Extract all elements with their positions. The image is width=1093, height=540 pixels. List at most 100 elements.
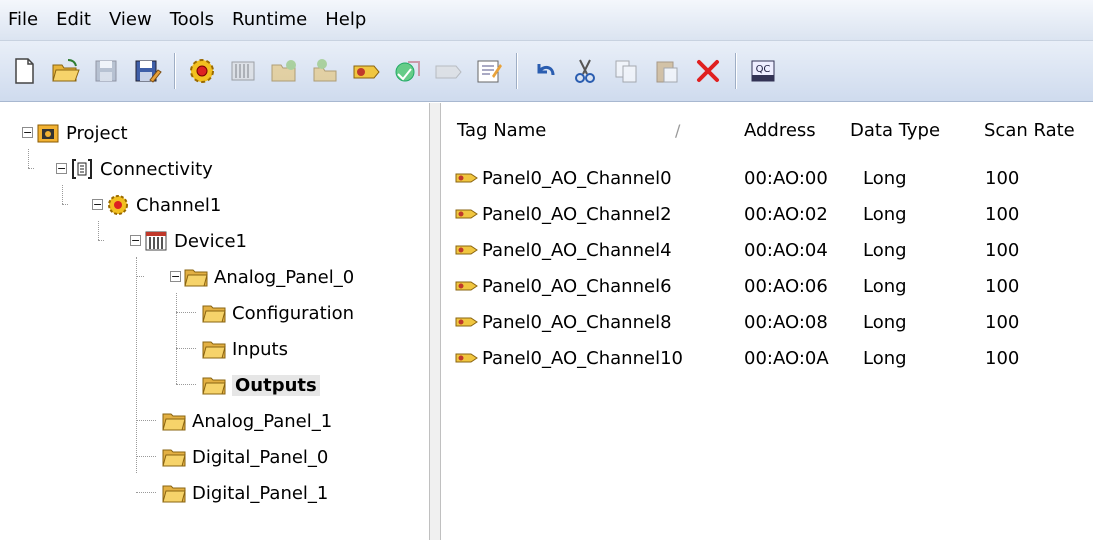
tree-item-inputs[interactable]: Inputs [202,331,288,367]
toolbar-separator [174,53,176,89]
save-as-icon [135,60,162,83]
tag-name: Panel0_AO_Channel10 [482,348,683,369]
collapse-toggle[interactable]: − [170,271,181,282]
folder-icon [162,445,186,469]
collapse-toggle[interactable]: − [56,163,67,174]
toolbar-separator [516,53,518,89]
tag-scan-rate: 100 [985,348,1020,369]
tag-address: 00:AO:06 [744,276,828,297]
new-group-button[interactable] [268,55,300,87]
paste-button[interactable] [651,55,683,87]
menu-edit[interactable]: Edit [47,0,100,40]
menu-tools[interactable]: Tools [161,0,223,40]
column-header-address[interactable]: Address [744,103,816,159]
tree-item-device1[interactable]: − Device1 [124,223,247,259]
table-row[interactable]: Panel0_AO_Channel2 00:AO:02 Long 100 [441,197,1093,233]
folder-icon [162,409,186,433]
paste-icon [656,61,678,83]
tag-scan-rate: 100 [985,168,1020,189]
tree-item-analog-panel-1[interactable]: Analog_Panel_1 [162,403,332,439]
add-tag-icon [313,59,337,82]
tree-label: Analog_Panel_0 [214,266,355,288]
properties-icon [477,60,502,83]
pane-splitter[interactable] [429,103,441,540]
tree-label: Connectivity [100,158,213,180]
tag-address: 00:AO:00 [744,168,828,189]
tree-item-analog-panel-0[interactable]: − Analog_Panel_0 [164,259,354,295]
tree-item-connectivity[interactable]: − Connectivity [50,151,213,187]
tree-item-configuration[interactable]: Configuration [202,295,354,331]
menu-help[interactable]: Help [316,0,375,40]
new-device-button[interactable] [227,55,259,87]
tag-icon [455,163,479,183]
menu-runtime[interactable]: Runtime [223,0,316,40]
channel-icon [106,193,130,217]
tag-data-type: Long [863,168,907,189]
project-tree: − Project − Connectivity − Channel1 − De… [0,103,429,540]
tree-line [136,257,137,473]
collapse-toggle[interactable]: − [92,199,103,210]
table-row[interactable]: Panel0_AO_Channel6 00:AO:06 Long 100 [441,269,1093,305]
tree-item-digital-panel-0[interactable]: Digital_Panel_0 [162,439,328,475]
tree-item-digital-panel-1[interactable]: Digital_Panel_1 [162,475,328,511]
tag-data-type: Long [863,204,907,225]
duplicate-tag-button[interactable] [391,55,423,87]
tag-data-type: Long [863,240,907,261]
tree-item-outputs[interactable]: Outputs [202,367,320,403]
cut-button[interactable] [569,55,601,87]
folder-icon [184,265,208,289]
table-row[interactable]: Panel0_AO_Channel0 00:AO:00 Long 100 [441,161,1093,197]
menu-bar: File Edit View Tools Runtime Help [0,0,1093,41]
delete-button[interactable] [692,55,724,87]
collapse-toggle[interactable]: − [130,235,141,246]
new-button[interactable] [8,55,40,87]
tree-label: Project [66,122,128,144]
sort-indicator-icon: / [675,121,681,140]
tree-line [28,149,29,168]
tag-address: 00:AO:04 [744,240,828,261]
new-tag-button[interactable] [309,55,341,87]
tree-item-project[interactable]: − Project [16,115,128,151]
collapse-toggle[interactable]: − [22,127,33,138]
properties-button[interactable] [473,55,505,87]
channel-icon [190,59,214,83]
table-row[interactable]: Panel0_AO_Channel4 00:AO:04 Long 100 [441,233,1093,269]
open-button[interactable] [49,55,81,87]
tag-name: Panel0_AO_Channel8 [482,312,672,333]
tree-label: Analog_Panel_1 [192,410,333,432]
save-as-button[interactable] [131,55,163,87]
tag-button-disabled[interactable] [432,55,464,87]
tag-name: Panel0_AO_Channel4 [482,240,672,261]
list-header: Tag Name / Address Data Type Scan Rate [441,103,1093,159]
tag-icon [455,271,479,291]
tag-wizard-icon [353,65,380,79]
tag-name: Panel0_AO_Channel6 [482,276,672,297]
tag-icon [435,65,462,79]
tag-address: 00:AO:02 [744,204,828,225]
table-row[interactable]: Panel0_AO_Channel8 00:AO:08 Long 100 [441,305,1093,341]
menu-file[interactable]: File [0,0,47,40]
tree-label: Channel1 [136,194,222,216]
copy-button[interactable] [610,55,642,87]
tree-item-channel1[interactable]: − Channel1 [86,187,221,223]
menu-view[interactable]: View [100,0,161,40]
tag-scan-rate: 100 [985,240,1020,261]
tag-scan-rate: 100 [985,312,1020,333]
tag-list: Tag Name / Address Data Type Scan Rate P… [441,103,1093,540]
column-header-scan-rate[interactable]: Scan Rate [984,103,1075,159]
column-header-data-type[interactable]: Data Type [850,103,940,159]
quick-client-button[interactable]: QC [747,55,779,87]
tree-line [136,276,144,277]
tree-label: Inputs [232,338,288,360]
save-button[interactable] [90,55,122,87]
tag-wizard-button[interactable] [350,55,382,87]
cut-icon [575,59,595,83]
column-header-tag-name[interactable]: Tag Name [457,103,546,159]
toolbar-separator [735,53,737,89]
new-channel-button[interactable] [186,55,218,87]
tree-label: Configuration [232,302,355,324]
table-row[interactable]: Panel0_AO_Channel10 00:AO:0A Long 100 [441,341,1093,377]
tag-scan-rate: 100 [985,204,1020,225]
undo-button[interactable] [528,55,560,87]
quick-client-icon: QC [751,60,775,82]
